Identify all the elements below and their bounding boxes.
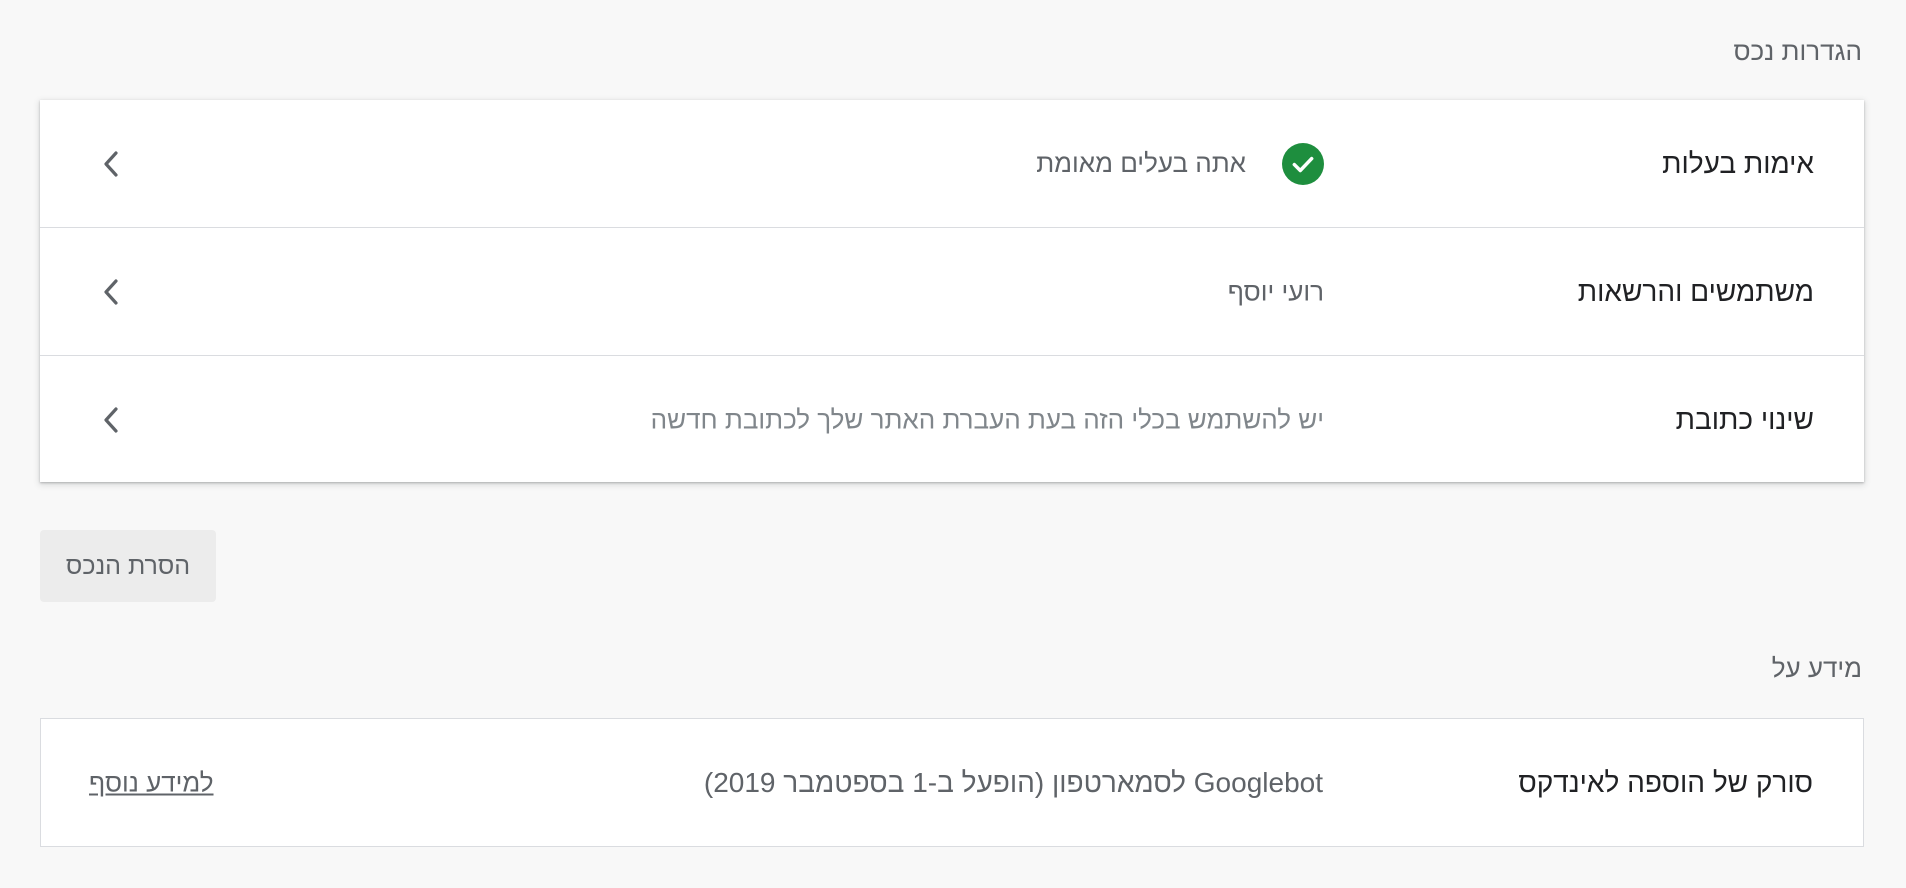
settings-row-ownership-verification[interactable]: אימות בעלות אתה בעלים מאומת [40, 100, 1864, 227]
ownership-status-text: אתה בעלים מאומת [1036, 148, 1246, 178]
info-row-value: Googlebot לסמארטפון (הופעל ב-1 בספטמבר 2… [703, 766, 1323, 798]
chevron-left-icon [98, 404, 124, 436]
indexing-crawler-card: סורק של הוספה לאינדקס Googlebot לסמארטפו… [40, 718, 1864, 847]
settings-section-title: הגדרות נכס [1733, 36, 1862, 66]
settings-row-users-permissions[interactable]: משתמשים והרשאות רועי יוסף [40, 227, 1864, 355]
row-value: רועי יוסף [1227, 276, 1324, 306]
learn-more-link[interactable]: למידע נוסף [89, 767, 214, 798]
settings-row-change-address[interactable]: שינוי כתובת יש להשתמש בכלי הזה בעת העברת… [40, 355, 1864, 483]
info-section-title: מידע על [1771, 653, 1862, 683]
row-label: שינוי כתובת [1675, 403, 1814, 435]
info-row-label: סורק של הוספה לאינדקס [1518, 766, 1813, 798]
row-label: משתמשים והרשאות [1577, 275, 1814, 307]
property-settings-page: הגדרות נכס אימות בעלות אתה בעלים מאומת מ… [0, 0, 1906, 888]
settings-card: אימות בעלות אתה בעלים מאומת משתמשים והרש… [40, 100, 1864, 482]
row-value: אתה בעלים מאומת [1036, 142, 1324, 185]
check-circle-icon [1282, 142, 1324, 185]
chevron-left-icon [98, 148, 124, 180]
remove-property-button[interactable]: הסרת הנכס [40, 530, 216, 602]
row-value: יש להשתמש בכלי הזה בעת העברת האתר שלך לכ… [650, 404, 1324, 434]
row-label: אימות בעלות [1662, 147, 1814, 179]
chevron-left-icon [98, 276, 124, 308]
